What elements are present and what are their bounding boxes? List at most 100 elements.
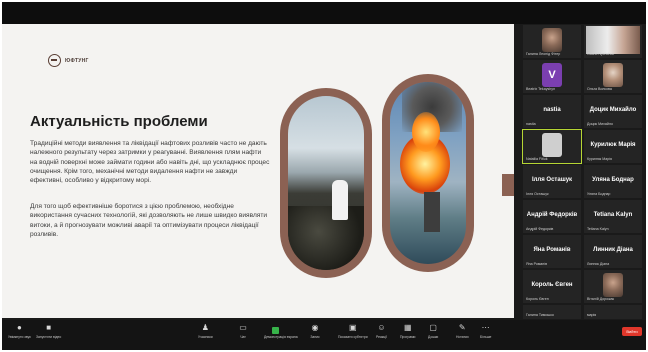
captions-icon: ▣ xyxy=(349,323,357,332)
chat-icon: ▭ xyxy=(239,323,247,332)
participant-avatar xyxy=(542,133,562,157)
slide-side-accent xyxy=(502,174,514,196)
participant-tile[interactable]: Курилюк Марія Курилюк Марія xyxy=(584,130,642,163)
more-button[interactable]: ⋯ Більше xyxy=(480,323,492,340)
participant-avatar xyxy=(542,28,562,52)
participant-tile[interactable]: Ольга Волкова xyxy=(584,60,642,93)
participant-tile[interactable]: nastia nastia xyxy=(523,95,581,128)
participant-tile[interactable]: Андрій Федорків Андрій Федорків xyxy=(523,200,581,233)
reactions-button[interactable]: ☺ Реакції xyxy=(376,323,388,340)
participant-label: Beatrix Tekayshyn xyxy=(526,87,556,91)
participant-label: Галина Тимошко xyxy=(526,313,554,317)
chat-label: Чат xyxy=(240,335,246,339)
shared-slide: ЮФТУНГ Актуальність проблеми Традиційні … xyxy=(2,24,514,318)
top-bar xyxy=(2,2,646,24)
record-icon: ◉ xyxy=(311,323,319,332)
participant-name: Курилюк Марія xyxy=(590,142,636,148)
participant-label: Уляна Боднар xyxy=(587,192,611,196)
oil-cleanup-photo xyxy=(288,96,364,270)
oil-fire-photo-frame xyxy=(382,74,474,272)
video-label: Запустити відео xyxy=(36,335,62,339)
participant-tile[interactable]: Tetiana Kalyn Tetiana Kalyn xyxy=(584,200,642,233)
people-icon: ♟ xyxy=(201,323,209,332)
participant-label: Tetiana Kalyn xyxy=(587,227,609,231)
participant-label: Андрій Федорків xyxy=(526,227,554,231)
participants-button[interactable]: ♟ Учасники xyxy=(198,323,213,340)
reactions-label: Реакції xyxy=(376,335,388,339)
more-label: Більше xyxy=(480,335,492,339)
record-button[interactable]: ◉ Запис xyxy=(310,323,320,340)
captions-label: Показати субтитри xyxy=(338,335,368,339)
microphone-muted-icon: ● xyxy=(16,323,22,332)
fire-shape-top xyxy=(412,112,440,152)
participant-avatar xyxy=(603,273,623,297)
camera-off-icon: ■ xyxy=(46,323,52,332)
participant-name: Tetiana Kalyn xyxy=(593,212,633,218)
participant-tile[interactable]: Король Євген Король Євген xyxy=(523,270,581,303)
participant-tile[interactable]: Яна Романів Яна Романів xyxy=(523,235,581,268)
participant-label: марія xyxy=(587,313,597,317)
participant-name: Доцик Михайло xyxy=(589,107,637,113)
participant-tile[interactable]: Уляна Боднар Уляна Боднар xyxy=(584,165,642,198)
participant-tile[interactable]: Ілля Осташук Ілля Осташук xyxy=(523,165,581,198)
slide-logo: ЮФТУНГ xyxy=(48,54,89,67)
chat-button[interactable]: ▭ Чат xyxy=(238,323,248,340)
captions-button[interactable]: ▣ Показати субтитри xyxy=(338,323,368,340)
participant-label: Galina Nyshchuk xyxy=(587,52,615,56)
participant-tile[interactable]: Галина Тимошко xyxy=(523,305,581,319)
whiteboards-label: Дошки xyxy=(428,335,439,339)
whiteboards-button[interactable]: ▢ Дошки xyxy=(428,323,439,340)
participant-video xyxy=(586,26,640,54)
participant-label: Nataliia Fitiuk xyxy=(526,157,548,161)
share-label: Демонстрація екрана xyxy=(264,335,298,339)
participant-name: Уляна Боднар xyxy=(592,177,634,183)
smile-icon: ☺ xyxy=(377,323,386,332)
video-button[interactable]: ■ Запустити відео xyxy=(36,323,62,340)
participant-tile[interactable]: Линник Діана Линник Діана xyxy=(584,235,642,268)
apps-label: Програми xyxy=(400,335,416,339)
participant-label: Ольга Волкова xyxy=(587,87,612,91)
participant-label: Король Євген xyxy=(526,297,549,301)
meeting-toolbar: ● Увімкнути звук ■ Запустити відео ♟ Уча… xyxy=(2,320,646,350)
mute-label: Увімкнути звук xyxy=(8,335,31,339)
participants-label: Учасники xyxy=(198,335,213,339)
oil-pool-shape xyxy=(288,206,364,270)
participant-avatar-initial: V xyxy=(542,63,562,87)
participant-name: Ілля Осташук xyxy=(531,177,573,183)
slide-paragraph-2: Для того щоб ефективніше боротися з цією… xyxy=(30,203,268,238)
end-meeting-button[interactable]: Вийти xyxy=(622,327,642,336)
participant-tile[interactable]: Галина Леонід Фітер xyxy=(523,25,581,58)
oil-cleanup-photo-frame xyxy=(280,88,372,278)
participant-tile-active-speaker[interactable]: Nataliia Fitiuk xyxy=(522,129,582,164)
participant-tile[interactable]: V Beatrix Tekayshyn xyxy=(523,60,581,93)
globe-logo-icon xyxy=(48,54,61,67)
participant-name: Король Євген xyxy=(531,282,573,288)
mute-button[interactable]: ● Увімкнути звук xyxy=(8,323,31,340)
apps-icon: ▦ xyxy=(403,323,412,332)
participant-label: Віталій Дорожак xyxy=(587,297,615,301)
slide-title: Актуальність проблеми xyxy=(30,113,208,130)
whiteboard-icon: ▢ xyxy=(429,323,437,332)
worker-shape xyxy=(332,180,348,220)
participant-label: Линник Діана xyxy=(587,262,610,266)
participant-name: Яна Романів xyxy=(533,247,571,253)
notes-label: Нотатки xyxy=(456,335,469,339)
participant-tile[interactable]: Galina Nyshchuk xyxy=(584,25,642,58)
participant-name: Линник Діана xyxy=(593,247,633,253)
oil-rig-shape xyxy=(424,192,440,232)
meeting-window: ЮФТУНГ Актуальність проблеми Традиційні … xyxy=(2,2,646,350)
participant-tile[interactable]: марія xyxy=(584,305,642,319)
share-screen-icon xyxy=(272,327,279,334)
participant-name: Андрій Федорків xyxy=(526,212,578,218)
apps-button[interactable]: ▦ Програми xyxy=(400,323,416,340)
participant-avatar xyxy=(603,63,623,87)
notes-icon: ✎ xyxy=(458,323,466,332)
oil-fire-photo xyxy=(390,82,466,264)
notes-button[interactable]: ✎ Нотатки xyxy=(456,323,469,340)
participant-label: Яна Романів xyxy=(526,262,547,266)
participant-tile[interactable]: Доцик Михайло Доцик Михайло xyxy=(584,95,642,128)
share-screen-button[interactable]: Демонстрація екрана xyxy=(264,324,298,339)
participant-label: nastia xyxy=(526,122,536,126)
participant-tile[interactable]: Віталій Дорожак xyxy=(584,270,642,303)
more-dots-icon: ⋯ xyxy=(481,323,490,332)
